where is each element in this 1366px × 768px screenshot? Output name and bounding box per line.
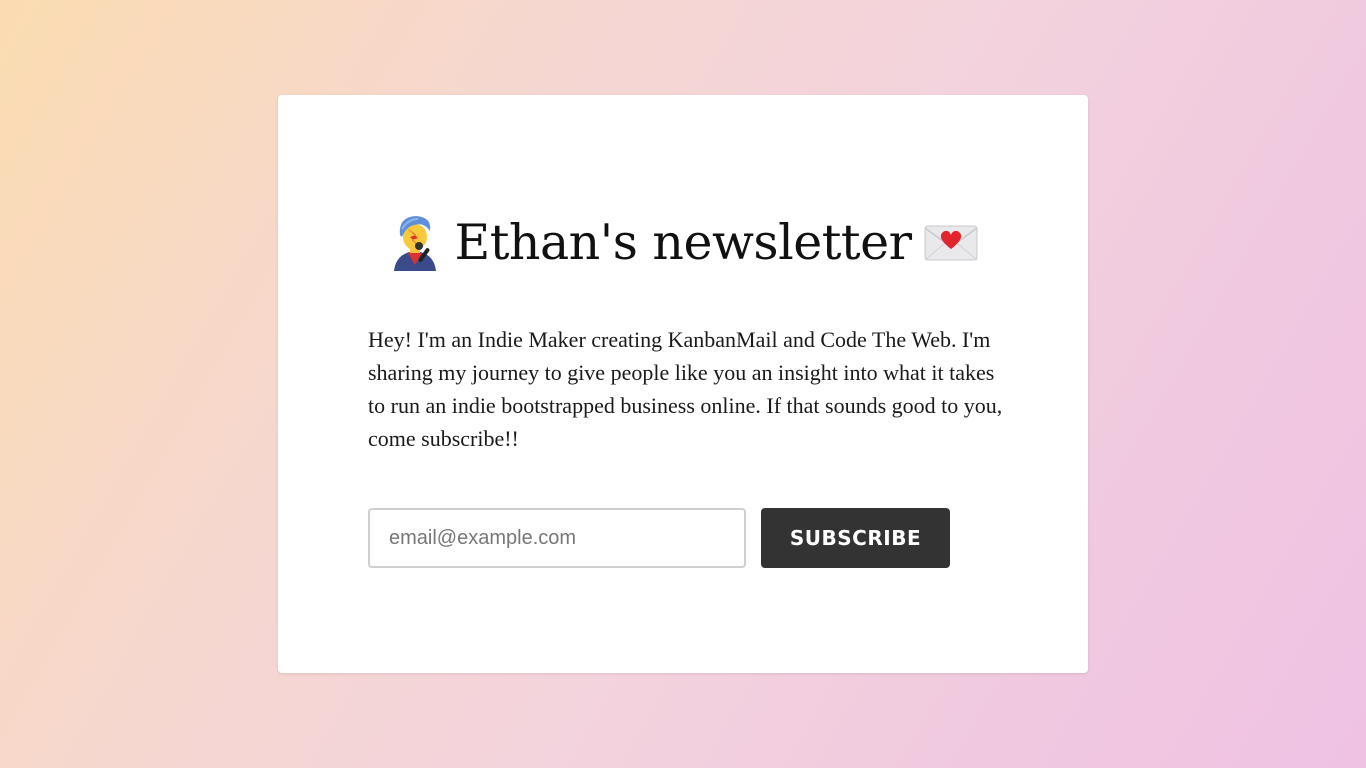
- subscribe-form: SUBSCRIBE: [368, 508, 950, 568]
- newsletter-card: Ethan's newsletter Hey! I'm an Indie Mak…: [278, 95, 1088, 673]
- love-letter-emoji-icon: [924, 225, 978, 261]
- email-field[interactable]: [368, 508, 746, 568]
- subscribe-button[interactable]: SUBSCRIBE: [761, 508, 950, 568]
- singer-emoji-icon: [394, 216, 437, 271]
- newsletter-header: Ethan's newsletter: [278, 207, 1088, 277]
- newsletter-description: Hey! I'm an Indie Maker creating KanbanM…: [368, 327, 1003, 451]
- page-title: Ethan's newsletter: [454, 213, 912, 271]
